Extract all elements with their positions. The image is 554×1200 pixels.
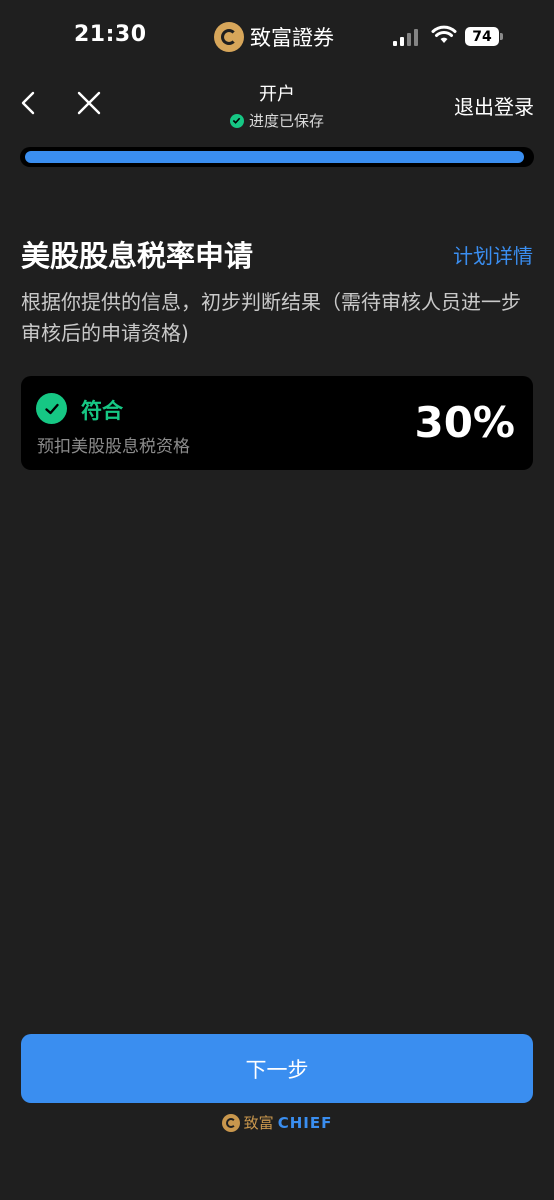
brand-logo — [214, 22, 244, 52]
footer-brand-en: CHIEF — [277, 1113, 333, 1132]
footer-brand-cn: 致富 — [243, 1114, 274, 1132]
page-title: 美股股息税率申请 — [21, 239, 254, 273]
saved-text: 进度已保存 — [248, 112, 324, 130]
progress-bar — [20, 147, 534, 167]
progress-bar-fill — [25, 151, 524, 163]
signal-icon — [393, 29, 418, 46]
status-brand: 致富證券 — [214, 22, 334, 52]
result-card: 符合 预扣美股股息税资格 30% — [21, 376, 533, 470]
check-icon — [36, 393, 67, 424]
footer-brand: 致富 CHIEF — [0, 1112, 554, 1133]
logout-button[interactable]: 退出登录 — [454, 91, 534, 120]
result-status: 符合 — [81, 399, 123, 423]
description-text: 根据你提供的信息，初步判断结果（需待审核人员进一步审核后的申请资格) — [21, 290, 521, 345]
wifi-icon — [431, 25, 457, 43]
result-subtitle: 预扣美股股息税资格 — [37, 437, 190, 457]
brand-name: 致富證券 — [250, 26, 334, 50]
battery-icon: 74 — [465, 27, 499, 46]
result-rate: 30% — [414, 398, 515, 447]
saved-check-icon — [229, 113, 244, 128]
footer-logo-icon — [221, 1113, 240, 1132]
plan-details-link[interactable]: 计划详情 — [453, 240, 533, 269]
status-time: 21:30 — [74, 22, 147, 47]
next-step-button[interactable]: 下一步 — [21, 1034, 533, 1103]
battery-tip — [500, 33, 503, 40]
